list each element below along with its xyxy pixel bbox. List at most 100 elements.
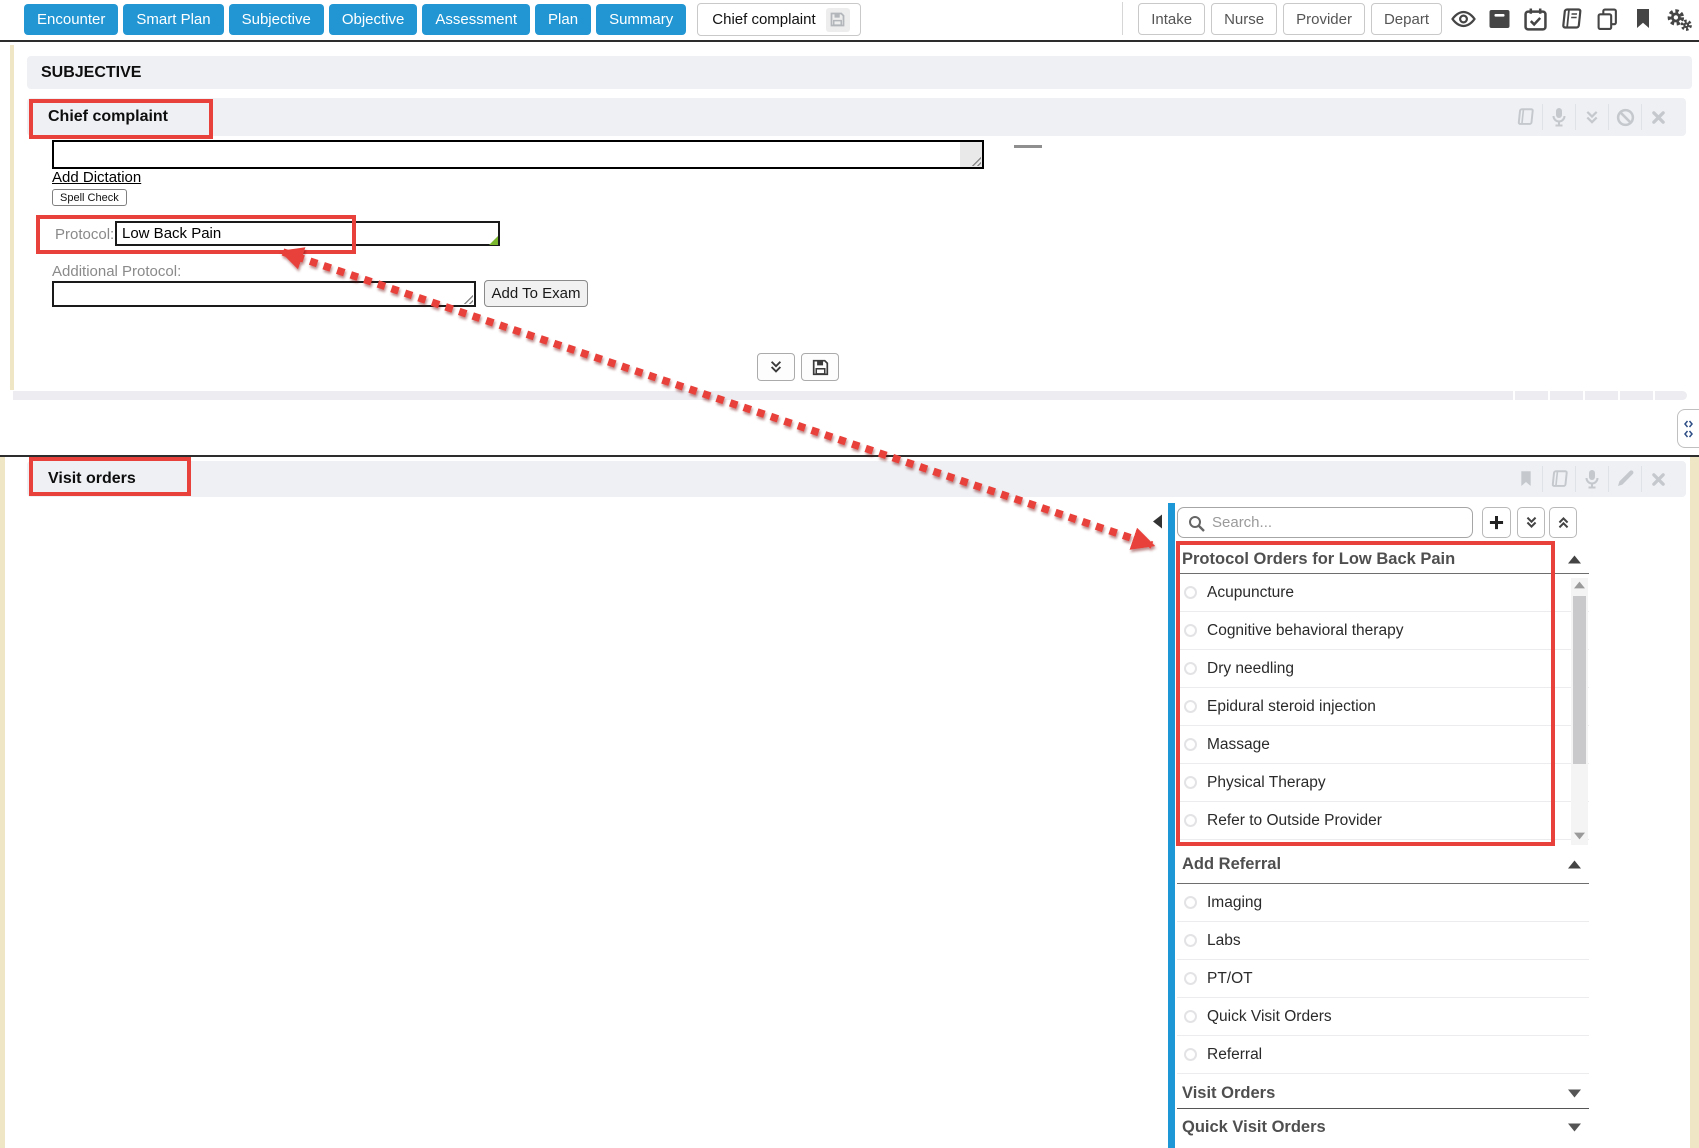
chief-complaint-toolbar	[1509, 104, 1674, 130]
add-referral-list: Imaging Labs PT/OT Quick Visit Orders Re…	[1177, 884, 1589, 1074]
list-item[interactable]: Imaging	[1177, 884, 1589, 922]
quick-visit-orders-collapsed-title[interactable]: Quick Visit Orders	[1182, 1118, 1326, 1137]
expand-section-arrow[interactable]	[1568, 1123, 1581, 1132]
panel-blue-accent	[1168, 503, 1175, 1148]
subjective-left-accent	[10, 45, 14, 390]
block-icon[interactable]	[1608, 104, 1641, 130]
triangle-left-icon	[1153, 514, 1162, 529]
radio-circle-icon	[1184, 662, 1197, 675]
microphone-icon[interactable]	[1542, 104, 1575, 130]
visit-orders-right-accent	[1690, 457, 1699, 1148]
expand-all-button[interactable]	[1517, 507, 1545, 538]
triangle-down-icon	[1568, 1089, 1581, 1098]
additional-protocol-input-wrap	[52, 281, 476, 307]
scrollbar-thumb[interactable]	[1573, 596, 1586, 764]
chevron-double-down-icon[interactable]	[1575, 104, 1608, 130]
microphone-icon[interactable]	[1575, 466, 1608, 492]
nav-tab[interactable]: Encounter	[24, 4, 118, 35]
scroll-up-icon[interactable]	[1574, 581, 1585, 589]
collapse-section-arrow[interactable]	[1568, 860, 1581, 869]
triangle-down-icon	[1568, 1123, 1581, 1132]
add-dictation-link[interactable]: Add Dictation	[52, 169, 141, 186]
protocol-orders-list: Acupuncture Cognitive behavioral therapy…	[1177, 574, 1589, 840]
collapse-panel-arrow[interactable]	[1153, 514, 1162, 534]
list-item[interactable]: Quick Visit Orders	[1177, 998, 1589, 1036]
divider-tick	[1548, 391, 1550, 400]
list-item[interactable]: Dry needling	[1177, 650, 1589, 688]
expand-section-button[interactable]	[757, 353, 795, 381]
list-scrollbar[interactable]	[1571, 578, 1588, 845]
settings-gears-icon[interactable]	[1664, 3, 1694, 35]
ehr-screen: Encounter Smart Plan Subjective Objectiv…	[0, 0, 1699, 1148]
list-item[interactable]: Acupuncture	[1177, 574, 1589, 612]
spell-check-button[interactable]: Spell Check	[52, 189, 127, 206]
book-icon[interactable]	[1542, 466, 1575, 492]
list-item[interactable]: Referral	[1177, 1036, 1589, 1074]
add-order-button[interactable]	[1482, 507, 1511, 538]
textarea-scrollbar[interactable]	[960, 142, 982, 167]
collapse-section-arrow[interactable]	[1568, 555, 1581, 564]
search-input[interactable]	[1177, 507, 1473, 538]
top-navigation: Encounter Smart Plan Subjective Objectiv…	[0, 0, 1699, 40]
chevron-left-right-icon	[1684, 420, 1693, 428]
book-icon[interactable]	[1556, 3, 1586, 35]
eye-icon[interactable]	[1448, 3, 1478, 35]
collapse-all-button[interactable]	[1549, 507, 1577, 538]
nav-tabs: Encounter Smart Plan Subjective Objectiv…	[24, 3, 861, 36]
radio-circle-icon	[1184, 624, 1197, 637]
copy-icon[interactable]	[1592, 3, 1622, 35]
chevron-double-down-icon	[768, 360, 784, 374]
resize-grip-icon[interactable]	[970, 155, 981, 166]
nav-tab[interactable]: Smart Plan	[123, 4, 223, 35]
visit-orders-header: Visit orders	[27, 461, 1686, 497]
save-section-button[interactable]	[801, 353, 839, 381]
pencil-icon[interactable]	[1608, 466, 1641, 492]
stage-button[interactable]: Depart	[1371, 3, 1442, 35]
list-item[interactable]: Physical Therapy	[1177, 764, 1589, 802]
chief-complaint-textarea[interactable]	[54, 142, 960, 167]
visit-orders-title: Visit orders	[48, 470, 136, 488]
bookmark-icon[interactable]	[1628, 3, 1658, 35]
protocol-input[interactable]	[115, 221, 500, 246]
radio-circle-icon	[1184, 776, 1197, 789]
active-tab-chief-complaint[interactable]: Chief complaint	[697, 3, 860, 36]
bookmark-icon[interactable]	[1509, 466, 1542, 492]
divider-tick	[1513, 391, 1515, 400]
save-icon[interactable]	[826, 8, 850, 32]
calendar-check-icon[interactable]	[1520, 3, 1550, 35]
list-item[interactable]: Massage	[1177, 726, 1589, 764]
save-icon	[812, 359, 829, 376]
list-item[interactable]: Labs	[1177, 922, 1589, 960]
list-item[interactable]: Epidural steroid injection	[1177, 688, 1589, 726]
list-item[interactable]: PT/OT	[1177, 960, 1589, 998]
stage-button[interactable]: Nurse	[1211, 3, 1277, 35]
protocol-resize-grip-icon[interactable]	[489, 236, 498, 245]
visit-orders-collapsed-title[interactable]: Visit Orders	[1182, 1084, 1275, 1103]
nav-tab[interactable]: Subjective	[229, 4, 324, 35]
triangle-up-icon	[1568, 860, 1581, 869]
expand-section-arrow[interactable]	[1568, 1089, 1581, 1098]
additional-protocol-input[interactable]	[54, 283, 474, 305]
radio-circle-icon	[1184, 814, 1197, 827]
close-icon[interactable]	[1641, 104, 1674, 130]
close-icon[interactable]	[1641, 466, 1674, 492]
subjective-title: SUBJECTIVE	[41, 64, 141, 82]
radio-circle-icon	[1184, 586, 1197, 599]
book-icon[interactable]	[1509, 104, 1542, 130]
section-divider-bar[interactable]	[13, 391, 1687, 400]
section-underline	[1177, 1108, 1589, 1109]
nav-tab[interactable]: Plan	[535, 4, 591, 35]
archive-icon[interactable]	[1484, 3, 1514, 35]
panel-splitter-handle[interactable]	[1677, 409, 1699, 448]
radio-circle-icon	[1184, 1010, 1197, 1023]
stage-button[interactable]: Provider	[1283, 3, 1365, 35]
stage-button[interactable]: Intake	[1138, 3, 1205, 35]
nav-tab[interactable]: Assessment	[422, 4, 530, 35]
scroll-down-icon[interactable]	[1574, 832, 1585, 840]
nav-tab[interactable]: Summary	[596, 4, 686, 35]
nav-tab[interactable]: Objective	[329, 4, 418, 35]
visit-orders-top-border	[0, 455, 1699, 457]
add-to-exam-button[interactable]: Add To Exam	[484, 280, 588, 307]
list-item[interactable]: Refer to Outside Provider	[1177, 802, 1589, 840]
list-item[interactable]: Cognitive behavioral therapy	[1177, 612, 1589, 650]
